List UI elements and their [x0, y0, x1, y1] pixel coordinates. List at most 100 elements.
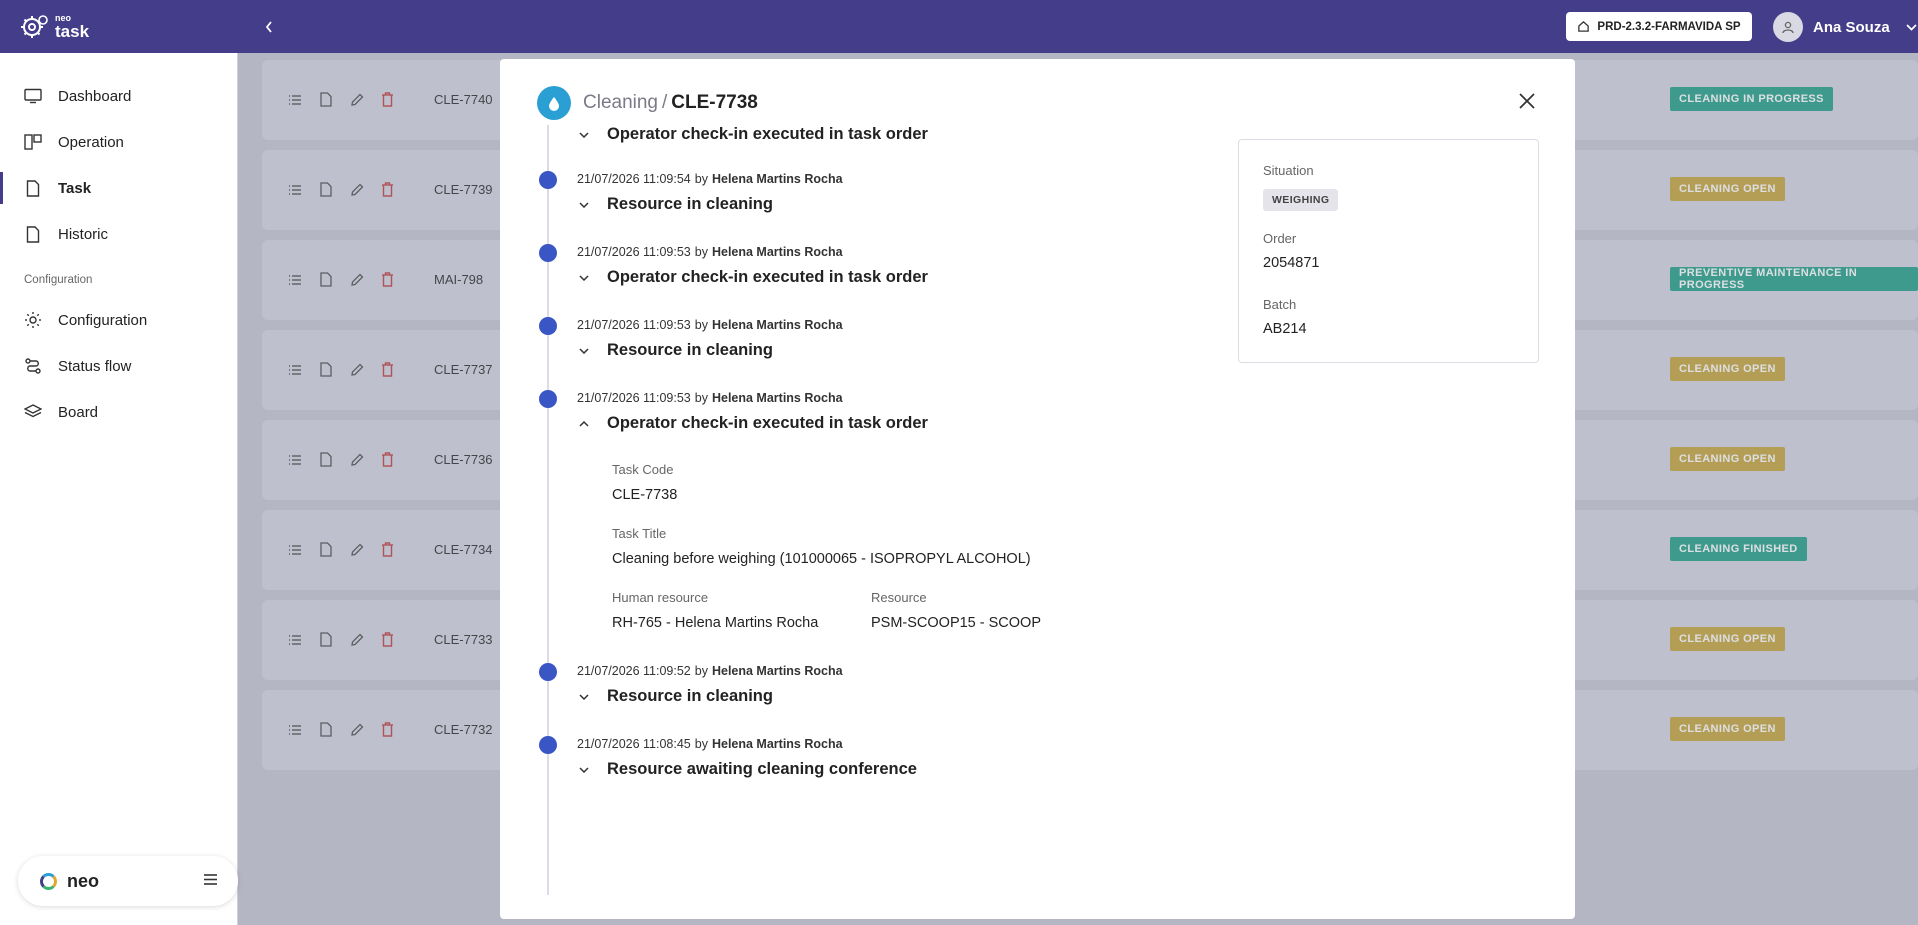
order-label: Order [1263, 231, 1297, 246]
situation-badge: WEIGHING [1263, 189, 1339, 211]
event-meta: 21/07/2026 11:09:53 by Helena Martins Roch… [577, 391, 843, 405]
sidebar-item-label: Configuration [58, 311, 148, 329]
event-timestamp: 21/07/2026 11:09:53 [577, 391, 691, 405]
file-icon [24, 225, 42, 243]
sidebar-item-historic[interactable]: Historic [0, 212, 238, 256]
sidebar-item-label: Board [58, 403, 99, 421]
timeline-event-title[interactable]: Operator check-in executed in task order [577, 414, 928, 433]
human-resource-label: Human resource [612, 590, 709, 605]
chevron-left-icon [265, 21, 272, 33]
chevron-down-icon [1906, 23, 1917, 31]
event-user: Helena Martins Rocha [711, 172, 843, 186]
event-title-text: Resource in cleaning [607, 687, 773, 705]
event-timestamp: 21/07/2026 11:09:52 [577, 664, 691, 678]
event-timestamp: 21/07/2026 11:09:53 [577, 318, 691, 332]
chevron-down-icon [577, 693, 591, 700]
timeline-dot [539, 317, 557, 335]
event-by: by [694, 245, 708, 259]
collapse-sidebar-button[interactable] [262, 17, 276, 37]
breadcrumb-parent[interactable]: Cleaning [583, 92, 658, 113]
event-user: Helena Martins Rocha [711, 318, 843, 332]
event-user: Helena Martins Rocha [711, 245, 843, 259]
timeline-event-title[interactable]: Resource in cleaning [577, 687, 773, 706]
user-icon [1782, 21, 1794, 34]
event-title-text: Resource in cleaning [607, 195, 773, 213]
layers-icon [24, 403, 42, 421]
app-logo[interactable]: neo task [20, 12, 89, 42]
sidebar-item-board[interactable]: Board [0, 390, 238, 434]
event-by: by [694, 391, 708, 405]
task-title-value: Cleaning before weighing (101000065 - IS… [612, 551, 1031, 567]
event-user: Helena Martins Rocha [711, 391, 843, 405]
event-timestamp: 21/07/2026 11:08:45 [577, 737, 691, 751]
timeline-dot [539, 171, 557, 189]
logo-big-text: task [55, 22, 90, 41]
task-title-label: Task Title [612, 526, 667, 541]
file-icon [24, 179, 42, 197]
event-title-text: Resource awaiting cleaning conference [607, 760, 917, 778]
event-timestamp: 21/07/2026 11:09:54 [577, 172, 691, 186]
monitor-icon [24, 87, 42, 105]
event-by: by [694, 172, 708, 186]
close-button[interactable] [1516, 90, 1538, 112]
timeline-event-title[interactable]: Resource awaiting cleaning conference [577, 760, 917, 779]
environment-button[interactable]: PRD-2.3.2-FARMAVIDA SP [1566, 12, 1752, 41]
task-info-card: Situation WEIGHING Order 2054871 Batch A… [1238, 139, 1539, 363]
timeline-event-title[interactable]: Resource in cleaning [577, 341, 773, 360]
event-title-text: Operator check-in executed in task order [607, 125, 928, 143]
event-user: Helena Martins Rocha [711, 737, 843, 751]
modal-header: Cleaning / CLE-7738 [537, 86, 758, 120]
chevron-down-icon [577, 347, 591, 354]
timeline-event-title[interactable]: Operator check-in executed in task order [577, 125, 928, 144]
brand-switcher[interactable]: neo [18, 856, 238, 906]
event-user: Helena Martins Rocha [711, 664, 843, 678]
timeline-dot [539, 736, 557, 754]
user-menu[interactable]: Ana Souza [1773, 12, 1917, 42]
task-history-modal: Cleaning / CLE-7738 Operator check-in exec… [500, 59, 1575, 919]
event-meta: 21/07/2026 11:09:53 by Helena Martins Roch… [577, 318, 843, 332]
sidebar: Dashboard Operation Task Historic Config… [0, 53, 238, 925]
sidebar-item-label: Dashboard [58, 87, 132, 105]
event-by: by [694, 664, 708, 678]
page-title: CLE-7738 [671, 92, 758, 113]
brand-name: neo [67, 870, 100, 891]
route-icon [24, 357, 42, 375]
gear-logo-icon [21, 15, 48, 38]
sidebar-item-task[interactable]: Task [0, 166, 238, 210]
sidebar-item-label: Task [58, 179, 92, 197]
chevron-up-icon [577, 420, 591, 427]
sidebar-item-dashboard[interactable]: Dashboard [0, 74, 238, 118]
timeline-dot [539, 244, 557, 262]
sidebar-item-configuration[interactable]: Configuration [0, 298, 238, 342]
sidebar-item-label: Historic [58, 225, 109, 243]
chevron-down-icon [577, 766, 591, 773]
menu-icon[interactable] [203, 873, 218, 886]
event-timestamp: 21/07/2026 11:09:53 [577, 245, 691, 259]
timeline-event-title[interactable]: Resource in cleaning [577, 195, 773, 214]
situation-label: Situation [1263, 163, 1314, 178]
breadcrumb: Cleaning / CLE-7738 [583, 92, 758, 114]
top-bar: neo task PRD-2.3.2-FARMAVIDA SP Ana Souz… [0, 0, 1918, 53]
neo-logo-icon [40, 872, 57, 890]
resource-value: PSM-SCOOP15 - SCOOP [871, 615, 1042, 631]
chevron-down-icon [577, 274, 591, 281]
sidebar-item-operation[interactable]: Operation [0, 120, 238, 164]
close-icon [1519, 93, 1535, 109]
event-meta: 21/07/2026 11:09:54 by Helena Martins Roch… [577, 172, 843, 186]
chevron-down-icon [577, 131, 591, 138]
cleaning-drop-icon [537, 86, 571, 120]
timeline-line [547, 125, 549, 895]
event-by: by [694, 737, 708, 751]
event-title-text: Operator check-in executed in task order [607, 268, 928, 286]
batch-value: AB214 [1263, 321, 1307, 337]
timeline-event-title[interactable]: Operator check-in executed in task order [577, 268, 928, 287]
columns-icon [24, 133, 42, 151]
sidebar-item-label: Status flow [58, 357, 132, 375]
event-meta: 21/07/2026 11:09:53 by Helena Martins Roch… [577, 245, 843, 259]
order-value: 2054871 [1263, 255, 1320, 271]
home-icon [1578, 20, 1590, 32]
environment-label: PRD-2.3.2-FARMAVIDA SP [1597, 20, 1741, 33]
sidebar-item-status-flow[interactable]: Status flow [0, 344, 238, 388]
event-title-text: Operator check-in executed in task order [607, 414, 928, 432]
event-title-text: Resource in cleaning [607, 341, 773, 359]
